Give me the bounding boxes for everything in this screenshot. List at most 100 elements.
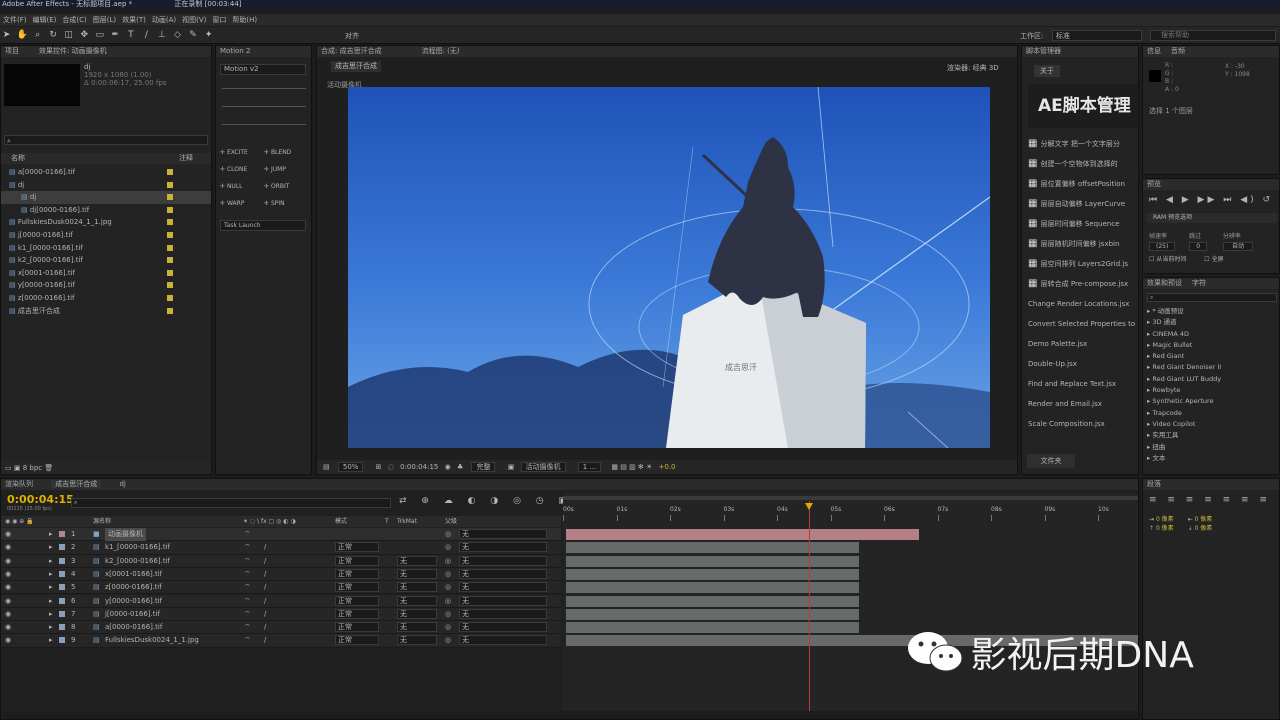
skip-select[interactable]: 0 [1189, 242, 1208, 251]
tab-effects-presets[interactable]: 效果和预设 [1147, 279, 1182, 287]
tab-composition[interactable]: 合成: 成吉思汗合成 [321, 47, 382, 55]
trkmat-select[interactable]: 无 [397, 608, 437, 619]
script-item[interactable]: ▦ 层空间排列 Layers2Grid.js [1028, 254, 1138, 274]
tab-timeline-dj[interactable]: dj [119, 480, 125, 488]
effects-folder-item[interactable]: ▸ Trapcode [1147, 408, 1277, 419]
quality-switch-icon[interactable]: ∕ [264, 581, 266, 594]
stamp-tool-icon[interactable]: ⊥ [156, 30, 167, 41]
tab-preview[interactable]: 预览 [1143, 179, 1279, 190]
snapshot-icon[interactable]: ◉ [445, 463, 451, 471]
menu-item[interactable]: 编辑(E) [30, 14, 60, 26]
script-item[interactable]: ▦ 分解文字 把一个文字层分 [1028, 134, 1138, 154]
project-search-input[interactable]: ⌕ [4, 135, 208, 145]
col-source-name[interactable]: 源名称 [93, 516, 111, 527]
menu-item[interactable]: 合成(C) [59, 14, 89, 26]
col-t[interactable]: T [385, 516, 389, 527]
layer-row[interactable]: ◉ ▸ 4 ▤ x[0001-0166].tif ⌔ ∕ 正常 无 ◎ 无 [1, 567, 561, 582]
motion-button[interactable]: ✛ JUMP [264, 161, 308, 178]
script-item[interactable]: ▦ 层层时间偏移 Sequence [1028, 214, 1138, 234]
trkmat-select[interactable]: 无 [397, 595, 437, 606]
camera-select[interactable]: 活动摄像机 [520, 462, 566, 472]
pickwhip-icon[interactable]: ◎ [445, 608, 451, 621]
blend-mode-select[interactable]: 正常 [335, 582, 379, 593]
fps-select[interactable]: (25) [1149, 242, 1176, 251]
timeline-search-input[interactable]: ⌕ [71, 498, 391, 508]
layer-duration-bar[interactable] [566, 608, 859, 620]
puppet-tool-icon[interactable]: ✦ [203, 30, 214, 41]
menu-item[interactable]: 图层(L) [90, 14, 119, 26]
trkmat-select[interactable]: 无 [397, 622, 437, 633]
parent-select[interactable]: 无 [459, 555, 547, 566]
layer-duration-bar[interactable] [566, 542, 859, 554]
project-list-item[interactable]: ▤ z[0000-0166].tif [1, 292, 211, 305]
quality-switch-icon[interactable]: ∕ [264, 608, 266, 621]
visibility-icon[interactable]: ◉ [5, 568, 11, 581]
quality-switch-icon[interactable]: ∕ [264, 568, 266, 581]
effects-folder-item[interactable]: ▸ Red Giant [1147, 351, 1277, 362]
selection-tool-icon[interactable]: ➤ [1, 30, 12, 41]
parent-select[interactable]: 无 [459, 568, 547, 579]
new-folder-icon[interactable]: ▭ [1, 464, 12, 472]
layer-name[interactable]: x[0001-0166].tif [105, 568, 162, 581]
layer-duration-bar[interactable] [566, 595, 859, 607]
motion-button[interactable]: ✛ ORBIT [264, 178, 308, 195]
pan-behind-tool-icon[interactable]: ✥ [79, 30, 90, 41]
about-button[interactable]: 关于 [1034, 65, 1060, 77]
menu-item[interactable]: 帮助(H) [229, 14, 260, 26]
camera-tool-icon[interactable]: ◫ [63, 30, 74, 41]
current-time-indicator[interactable] [809, 501, 810, 718]
shy-switch-icon[interactable]: ⌔ [244, 634, 251, 647]
layer-name[interactable]: y[0000-0166].tif [105, 595, 162, 608]
effects-folder-item[interactable]: ▸ 扭曲 [1147, 442, 1277, 453]
script-item[interactable]: ▦ 层位置偏移 offsetPosition [1028, 174, 1138, 194]
ram-preview-options[interactable]: RAM 预览选项 [1147, 213, 1277, 223]
project-list-item[interactable]: ▤ y[0000-0166].tif [1, 279, 211, 292]
layer-duration-bar[interactable] [566, 622, 859, 634]
effects-folder-item[interactable]: ▸ Magic Bullet [1147, 340, 1277, 351]
roto-brush-icon[interactable]: ✎ [188, 30, 199, 41]
current-time[interactable]: 0:00:04:15 [400, 463, 438, 471]
bpc-label[interactable]: 8 bpc [23, 464, 42, 472]
tab-render-queue[interactable]: 渲染队列 [5, 480, 33, 488]
rotate-tool-icon[interactable]: ↻ [48, 30, 59, 41]
blend-mode-select[interactable]: 正常 [335, 622, 379, 633]
views-select[interactable]: 1 ... [577, 462, 602, 472]
tab-character[interactable]: 字符 [1192, 279, 1206, 287]
expand-arrow-icon[interactable]: ▸ [49, 581, 53, 594]
quality-switch-icon[interactable]: ∕ [264, 555, 266, 568]
trkmat-select[interactable]: 无 [397, 635, 437, 646]
work-area-bar[interactable] [563, 496, 1138, 500]
shy-switch-icon[interactable]: ⌔ [244, 608, 251, 621]
visibility-icon[interactable]: ◉ [5, 555, 11, 568]
layer-name[interactable]: FullskiesDusk0024_1_1.jpg [105, 634, 199, 647]
layer-name[interactable]: j[0000-0166].tif [105, 608, 160, 621]
effects-folder-item[interactable]: ▸ Red Giant Denoiser II [1147, 362, 1277, 373]
layer-duration-bar[interactable] [566, 555, 859, 567]
effects-folder-item[interactable]: ▸ Rowbyte [1147, 385, 1277, 396]
layer-row[interactable]: ◉ ▸ 6 ▤ y[0000-0166].tif ⌔ ∕ 正常 无 ◎ 无 [1, 594, 561, 608]
pickwhip-icon[interactable]: ◎ [445, 621, 451, 634]
shy-switch-icon[interactable]: ⌔ [244, 528, 251, 541]
effects-folder-item[interactable]: ▸ 3D 通道 [1147, 317, 1277, 328]
pickwhip-icon[interactable]: ◎ [445, 581, 451, 594]
rectangle-tool-icon[interactable]: ▭ [94, 30, 105, 41]
trkmat-select[interactable]: 无 [397, 582, 437, 593]
playback-controls[interactable]: ⏮ ◀ ▶ ▶▶ ⏭ ◀) ↺ ▣ [1149, 195, 1279, 205]
grid-icon[interactable]: ▤ [317, 463, 330, 471]
expand-arrow-icon[interactable]: ▸ [49, 621, 53, 634]
shy-switch-icon[interactable]: ⌔ [244, 568, 251, 581]
tab-script-manager[interactable]: 脚本管理器 [1022, 46, 1138, 57]
pickwhip-icon[interactable]: ◎ [445, 555, 451, 568]
mask-icon[interactable]: ◌ [388, 463, 394, 471]
parent-select[interactable]: 无 [459, 582, 547, 593]
project-list-item[interactable]: ▤ a[0000-0166].tif [1, 166, 211, 179]
visibility-icon[interactable]: ◉ [5, 634, 11, 647]
col-comment[interactable]: 注释 [179, 153, 193, 164]
quality-switch-icon[interactable]: ∕ [264, 621, 266, 634]
shy-switch-icon[interactable]: ⌔ [244, 595, 251, 608]
space-after-value[interactable]: 0 像素 [1195, 525, 1213, 532]
indent-right-value[interactable]: 0 像素 [1195, 516, 1213, 523]
motion-button[interactable]: ✛ CLONE [220, 161, 264, 178]
parent-select[interactable]: 无 [459, 542, 547, 553]
renderer-value[interactable]: 经典 3D [973, 64, 999, 72]
